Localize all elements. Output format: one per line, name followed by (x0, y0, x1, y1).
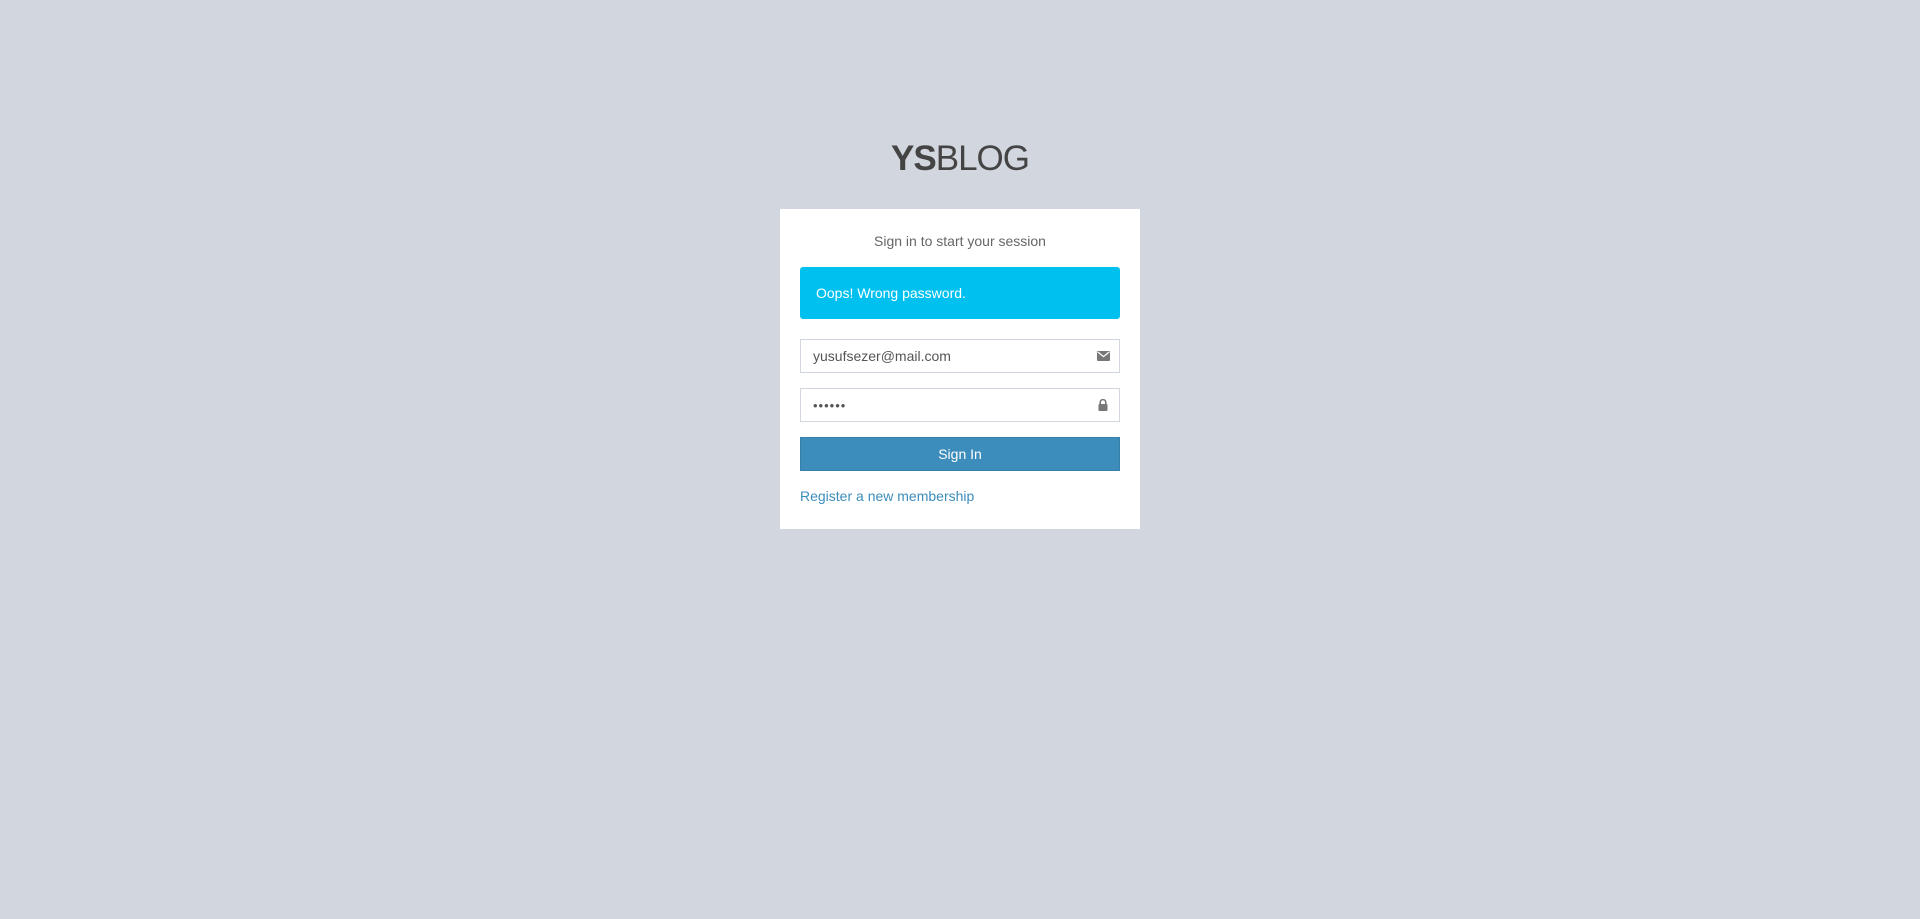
login-box: Sign in to start your session Oops! Wron… (780, 209, 1140, 529)
password-input[interactable] (801, 389, 1119, 421)
logo[interactable]: YSBLOG (0, 138, 1920, 180)
register-link[interactable]: Register a new membership (800, 488, 974, 504)
logo-bold-text: YS (891, 139, 937, 178)
email-input[interactable] (801, 340, 1119, 372)
envelope-icon (1096, 349, 1110, 363)
lock-icon (1096, 398, 1110, 412)
error-alert: Oops! Wrong password. (800, 267, 1120, 319)
logo-light-text: BLOG (935, 139, 1030, 178)
login-box-message: Sign in to start your session (874, 233, 1046, 249)
email-field[interactable] (800, 339, 1120, 373)
sign-in-button[interactable]: Sign In (800, 437, 1120, 471)
password-field[interactable] (800, 388, 1120, 422)
